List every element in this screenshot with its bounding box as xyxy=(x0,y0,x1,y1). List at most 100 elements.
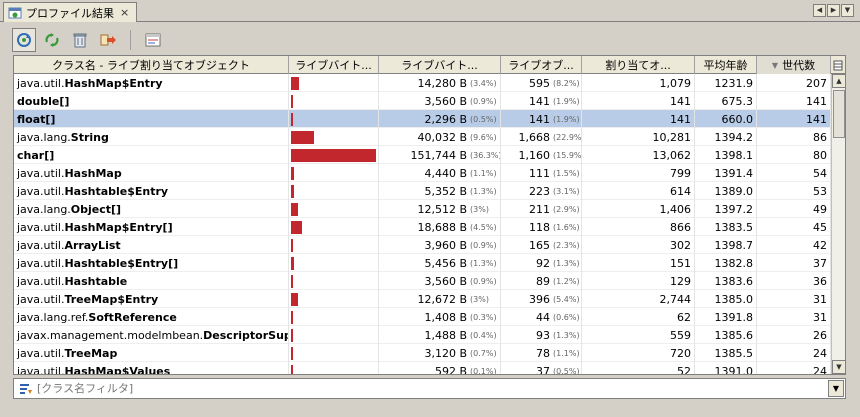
package-name: java.util. xyxy=(17,238,65,252)
live-bytes-bar xyxy=(291,148,376,162)
table-row[interactable]: java.util. TreeMap$Entry 12,672 B (3%) 396 (5… xyxy=(14,290,831,308)
next-view-button[interactable]: ▶ xyxy=(827,4,840,17)
table-row[interactable]: java.util. Hashtable$Entry 5,352 B (1.3%) 22… xyxy=(14,182,831,200)
live-objects-value: 141 xyxy=(529,94,550,108)
filter-dropdown-button[interactable]: ▼ xyxy=(828,380,844,397)
live-bytes-value: 1,408 B xyxy=(424,310,467,324)
live-bytes-percent: (0.7%) xyxy=(470,348,497,358)
live-bytes-cell: 2,296 B (0.5%) xyxy=(379,110,501,128)
column-average-age[interactable]: 平均年齢 xyxy=(695,56,757,74)
scroll-thumb[interactable] xyxy=(833,90,845,138)
average-age-cell: 1385.6 xyxy=(695,326,757,344)
average-age-cell: 1397.2 xyxy=(695,200,757,218)
table-row[interactable]: double[] 3,560 B (0.9%) 141 (1.9%) 141 675.3 14… xyxy=(14,92,831,110)
class-name: Hashtable xyxy=(64,274,128,288)
table-row[interactable]: java.lang. String 40,032 B (9.6%) 1,668 (22.9… xyxy=(14,128,831,146)
table-row[interactable]: java.lang.ref. SoftReference 1,408 B (0.3%)… xyxy=(14,308,831,326)
generations-cell: 53 xyxy=(757,182,831,200)
generations-cell: 42 xyxy=(757,236,831,254)
live-objects-value: 396 xyxy=(529,292,550,306)
live-bytes-value: 40,032 B xyxy=(417,130,467,144)
column-chooser-icon xyxy=(833,60,843,70)
table-row[interactable]: java.lang. Object[] 12,512 B (3%) 211 (2.9%) 1… xyxy=(14,200,831,218)
live-bytes-value: 3,960 B xyxy=(424,238,467,252)
allocated-objects-cell: 13,062 xyxy=(582,146,695,164)
table-row[interactable]: javax.management.modelmbean. DescriptorSu… xyxy=(14,326,831,344)
live-bytes-percent: (0.1%) xyxy=(470,366,497,375)
live-bytes-value: 4,440 B xyxy=(424,166,467,180)
table-row[interactable]: java.util. ArrayList 3,960 B (0.9%) 165 (2.3%… xyxy=(14,236,831,254)
live-bytes-value: 5,352 B xyxy=(424,184,467,198)
live-bytes-bar xyxy=(291,112,293,126)
package-name: java.util. xyxy=(17,76,65,90)
gc-button[interactable] xyxy=(40,28,64,52)
live-bytes-percent: (0.5%) xyxy=(470,114,497,124)
tab-label: プロファイル結果 xyxy=(26,6,114,20)
recycle-icon xyxy=(45,33,59,47)
column-live-bytes[interactable]: ライブバイト... xyxy=(379,56,501,74)
live-bytes-value: 5,456 B xyxy=(424,256,467,270)
scroll-up-arrow-icon[interactable]: ▲ xyxy=(832,74,845,88)
column-class-name[interactable]: クラス名 - ライブ割り当てオブジェクト xyxy=(14,56,289,74)
live-objects-value: 89 xyxy=(536,274,550,288)
column-live-bytes-bar[interactable]: ライブバイト... xyxy=(289,56,379,74)
table-row[interactable]: java.util. TreeMap 3,120 B (0.7%) 78 (1.1%) 72… xyxy=(14,344,831,362)
live-bytes-bar-cell xyxy=(289,326,379,344)
class-name-cell: java.util. Hashtable$Entry xyxy=(14,182,289,200)
column-live-objects[interactable]: ライブオブ... xyxy=(501,56,582,74)
table-row[interactable]: java.util. Hashtable$Entry[] 5,456 B (1.3%)… xyxy=(14,254,831,272)
export-button[interactable] xyxy=(96,28,120,52)
live-bytes-cell: 14,280 B (3.4%) xyxy=(379,74,501,92)
live-objects-cell: 1,668 (22.9%) xyxy=(501,128,582,146)
close-icon[interactable]: × xyxy=(120,6,129,19)
view-nav-buttons: ◀ ▶ ▼ xyxy=(813,4,854,17)
class-filter-bar: ▼ xyxy=(13,378,846,399)
refresh-button[interactable] xyxy=(12,28,36,52)
live-bytes-cell: 12,672 B (3%) xyxy=(379,290,501,308)
column-generations[interactable]: ▼ 世代数 xyxy=(757,56,831,74)
filter-icon[interactable] xyxy=(17,380,35,398)
table-row[interactable]: char[] 151,744 B (36.3%) 1,160 (15.9%) 13,062… xyxy=(14,146,831,164)
previous-view-button[interactable]: ◀ xyxy=(813,4,826,17)
table-row[interactable]: java.util. HashMap$Entry 14,280 B (3.4%) 595… xyxy=(14,74,831,92)
scroll-down-arrow-icon[interactable]: ▼ xyxy=(832,360,845,374)
column-allocated-objects[interactable]: 割り当てオ... xyxy=(582,56,695,74)
live-objects-value: 595 xyxy=(529,76,550,90)
snapshot-icon xyxy=(145,33,161,47)
profiler-icon xyxy=(8,6,22,20)
class-name-filter-input[interactable] xyxy=(35,379,828,398)
table-row[interactable]: java.util. Hashtable 3,560 B (0.9%) 89 (1.2%)… xyxy=(14,272,831,290)
live-objects-percent: (5.4%) xyxy=(553,294,580,304)
live-bytes-bar xyxy=(291,364,293,374)
live-bytes-value: 12,512 B xyxy=(417,202,467,216)
clear-button[interactable] xyxy=(68,28,92,52)
live-bytes-bar xyxy=(291,310,293,324)
table-row[interactable]: java.util. HashMap$Values 592 B (0.1%) 37 (0.… xyxy=(14,362,831,375)
class-name-cell: char[] xyxy=(14,146,289,164)
live-bytes-cell: 5,352 B (1.3%) xyxy=(379,182,501,200)
average-age-cell: 1391.8 xyxy=(695,308,757,326)
average-age-cell: 675.3 xyxy=(695,92,757,110)
view-menu-button[interactable]: ▼ xyxy=(841,4,854,17)
table-row[interactable]: float[] 2,296 B (0.5%) 141 (1.9%) 141 660.0 141 xyxy=(14,110,831,128)
class-name-cell: java.util. TreeMap xyxy=(14,344,289,362)
class-name-cell: java.util. ArrayList xyxy=(14,236,289,254)
column-chooser-button[interactable] xyxy=(831,56,845,74)
class-name-cell: java.util. HashMap$Entry[] xyxy=(14,218,289,236)
live-bytes-percent: (1.3%) xyxy=(470,186,497,196)
average-age-cell: 1382.8 xyxy=(695,254,757,272)
live-bytes-cell: 4,440 B (1.1%) xyxy=(379,164,501,182)
package-name: java.util. xyxy=(17,256,65,270)
export-icon xyxy=(100,34,116,46)
generations-cell: 31 xyxy=(757,308,831,326)
tab-profiling-results[interactable]: プロファイル結果 × xyxy=(3,2,137,22)
class-name: HashMap$Entry[] xyxy=(64,220,173,234)
vertical-scrollbar[interactable]: ▲ ▼ xyxy=(831,74,845,374)
table-row[interactable]: java.util. HashMap 4,440 B (1.1%) 111 (1.5%) 7… xyxy=(14,164,831,182)
live-bytes-bar xyxy=(291,292,298,306)
live-bytes-percent: (1.1%) xyxy=(470,168,497,178)
table-row[interactable]: java.util. HashMap$Entry[] 18,688 B (4.5%) 1… xyxy=(14,218,831,236)
allocated-objects-cell: 141 xyxy=(582,110,695,128)
live-objects-percent: (0.6%) xyxy=(553,312,580,322)
snapshot-button[interactable] xyxy=(141,28,165,52)
